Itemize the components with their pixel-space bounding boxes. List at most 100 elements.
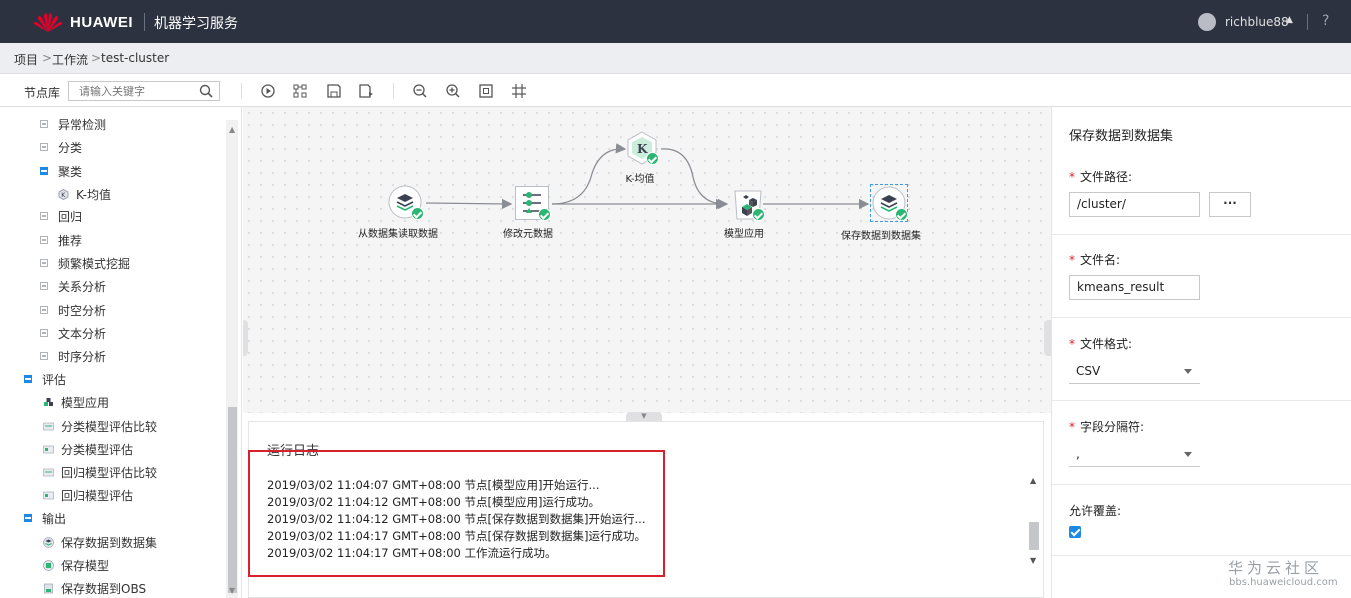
select-value: , (1076, 447, 1080, 461)
layout-icon[interactable] (292, 83, 308, 99)
grid-icon[interactable] (511, 83, 527, 99)
chevron-down-icon[interactable] (1184, 452, 1192, 457)
required-mark: * (1069, 420, 1075, 434)
file-format-select[interactable]: CSV (1069, 359, 1200, 384)
user-avatar[interactable] (1198, 13, 1216, 31)
user-name[interactable]: richblue88 (1225, 15, 1289, 29)
header-divider (144, 13, 145, 31)
tree-root-output[interactable]: 输出 (24, 508, 66, 528)
node-search-input[interactable] (69, 82, 189, 100)
toolbar-divider (393, 83, 394, 99)
workflow-canvas[interactable]: 从数据集读取数据 修改元数据 K K-均值 模型应用 保存数据到数据集 (243, 107, 1051, 413)
scrollbar-thumb[interactable] (228, 407, 237, 593)
overwrite-label: 允许覆盖: (1069, 504, 1122, 518)
tree-leaf-model-apply[interactable]: 模型应用 (43, 392, 109, 412)
huawei-logo-icon (33, 13, 63, 32)
breadcrumb-workflow[interactable]: 工作流 (52, 51, 88, 68)
help-icon[interactable]: ? (1322, 13, 1329, 29)
tree-group-clustering[interactable]: 聚类 (40, 161, 82, 181)
expand-icon[interactable] (40, 306, 48, 314)
tree-group-regression[interactable]: 回归 (40, 206, 82, 226)
file-format-label: * 文件格式: (1069, 335, 1132, 352)
edge-metadata-to-kmeans (551, 143, 627, 205)
tree-leaf-save-obs[interactable]: 保存数据到OBS (43, 578, 146, 598)
run-icon[interactable] (260, 83, 276, 99)
edge-kmeans-to-apply (660, 148, 727, 210)
node-label: 从数据集读取数据 (358, 229, 438, 240)
highlight-annotation-box (248, 450, 665, 577)
save-obs-icon (44, 583, 53, 593)
collapse-icon[interactable] (40, 167, 48, 175)
toolbar-divider (241, 83, 242, 99)
node-search-box[interactable] (68, 81, 220, 101)
tree-leaf-regression-compare[interactable]: 回归模型评估比较 (43, 462, 157, 482)
expand-icon[interactable] (40, 236, 48, 244)
tree-root-evaluation[interactable]: 评估 (24, 369, 66, 389)
tree-label: 输出 (42, 511, 67, 526)
sidebar-scrollbar[interactable]: ▲ ▼ (226, 120, 238, 598)
file-name-input[interactable]: kmeans_result (1069, 275, 1200, 300)
collapse-icon[interactable] (24, 514, 32, 522)
zoom-in-icon[interactable] (445, 83, 461, 99)
tree-leaf-classification-eval[interactable]: 分类模型评估 (43, 439, 133, 459)
required-mark: * (1069, 170, 1075, 184)
zoom-out-icon[interactable] (412, 83, 428, 99)
tree-group-frequent-pattern[interactable]: 频繁模式挖掘 (40, 253, 130, 273)
delimiter-select[interactable]: , (1069, 442, 1200, 467)
chevron-down-icon[interactable] (1184, 369, 1192, 374)
scroll-down-icon[interactable]: ▼ (229, 586, 235, 595)
tree-group-classification[interactable]: 分类 (40, 137, 82, 157)
caret-up-icon[interactable]: ▲ (1286, 15, 1293, 25)
expand-icon[interactable] (40, 212, 48, 220)
tree-leaf-kmeans[interactable]: K K-均值 (58, 184, 111, 204)
save-dataset-icon (43, 536, 54, 548)
expand-icon[interactable] (40, 352, 48, 360)
breadcrumb-current: test-cluster (101, 51, 170, 65)
breadcrumb-project[interactable]: 项目 (14, 51, 38, 68)
expand-icon[interactable] (40, 329, 48, 337)
watermark-url: bbs.huaweicloud.com (1229, 577, 1338, 588)
log-scrollbar[interactable]: ▲ ▼ (1027, 474, 1041, 568)
fit-icon[interactable] (478, 83, 494, 99)
tree-leaf-save-model[interactable]: 保存模型 (43, 555, 109, 575)
service-name[interactable]: 机器学习服务 (154, 13, 238, 33)
collapse-right-toggle[interactable] (1044, 320, 1051, 356)
overwrite-checkbox[interactable] (1069, 526, 1081, 538)
divider (1052, 555, 1351, 556)
tree-group-recommend[interactable]: 推荐 (40, 230, 82, 250)
evaluation-icon (43, 491, 54, 499)
tree-group-spatiotemporal[interactable]: 时空分析 (40, 300, 106, 320)
tree-leaf-regression-eval[interactable]: 回归模型评估 (43, 485, 133, 505)
expand-icon[interactable] (40, 282, 48, 290)
breadcrumb: 项目 > 工作流 > test-cluster (0, 43, 1351, 74)
tree-group-relation[interactable]: 关系分析 (40, 276, 106, 296)
required-mark: * (1069, 253, 1075, 267)
tree-group-anomaly[interactable]: 异常检测 (40, 114, 106, 134)
tree-label: 关系分析 (58, 279, 107, 294)
file-path-input[interactable]: /cluster/ (1069, 192, 1200, 217)
collapse-left-toggle[interactable] (243, 320, 248, 356)
expand-icon[interactable] (40, 143, 48, 151)
properties-panel: 保存数据到数据集 * 文件路径: /cluster/ ··· * 文件名: kmea… (1051, 107, 1351, 598)
evaluation-icon (43, 468, 54, 476)
collapse-icon[interactable] (24, 375, 32, 383)
scrollbar-thumb[interactable] (1029, 522, 1039, 550)
scroll-up-icon[interactable]: ▲ (1030, 476, 1036, 485)
save-as-icon[interactable] (358, 83, 374, 99)
tree-group-timeseries[interactable]: 时序分析 (40, 346, 106, 366)
watermark-title: 华为云社区 (1228, 559, 1324, 577)
collapse-log-toggle[interactable]: ▼ (626, 412, 662, 421)
tree-group-text[interactable]: 文本分析 (40, 323, 106, 343)
expand-icon[interactable] (40, 120, 48, 128)
tree-label: 频繁模式挖掘 (58, 256, 131, 271)
search-icon[interactable] (199, 84, 213, 98)
node-label: 修改元数据 (503, 229, 553, 240)
expand-icon[interactable] (40, 259, 48, 267)
save-icon[interactable] (326, 83, 342, 99)
tree-leaf-classification-compare[interactable]: 分类模型评估比较 (43, 416, 157, 436)
scroll-up-icon[interactable]: ▲ (229, 125, 235, 134)
scroll-down-icon[interactable]: ▼ (1030, 556, 1036, 565)
edge-read-to-metadata (425, 198, 513, 210)
browse-button[interactable]: ··· (1209, 192, 1251, 217)
tree-leaf-save-dataset[interactable]: 保存数据到数据集 (43, 532, 157, 552)
